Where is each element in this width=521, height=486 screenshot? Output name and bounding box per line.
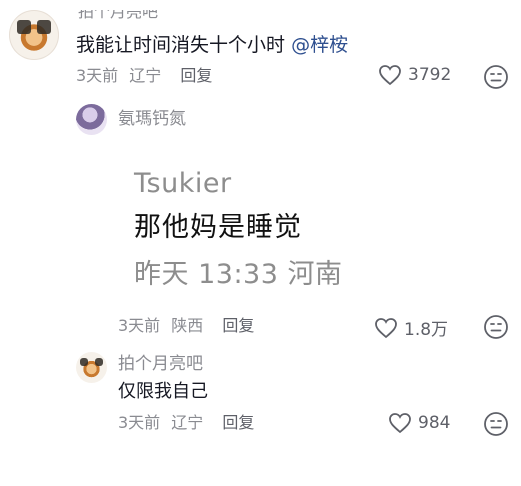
reply-username[interactable]: 氨瑪钙氮 [118, 108, 186, 130]
like-button[interactable]: 984 [388, 412, 450, 434]
heart-icon [375, 317, 397, 338]
reply-meta: 3天前 陕西 回复 [118, 316, 254, 336]
quoted-time: 昨天 13:33 河南 [134, 259, 343, 290]
like-count: 1.8万 [404, 320, 449, 340]
avatar[interactable] [76, 352, 107, 383]
reply-location: 陕西 [171, 316, 204, 335]
reply-time: 3天前 [118, 316, 161, 335]
heart-icon [389, 413, 411, 434]
dislike-face-icon[interactable] [483, 64, 509, 90]
avatar[interactable] [9, 10, 59, 60]
comment-meta: 3天前 辽宁 回复 [76, 66, 212, 86]
reply-location: 辽宁 [171, 413, 204, 432]
reply-text: 仅限我自己 [118, 381, 208, 402]
reply-username[interactable]: 拍个月亮吧 [118, 353, 203, 375]
comment-location: 辽宁 [129, 66, 162, 85]
quoted-text: 那他妈是睡觉 [134, 212, 302, 243]
reply-time: 3天前 [118, 413, 161, 432]
heart-icon [379, 65, 401, 86]
username[interactable]: 拍个月亮吧 [78, 10, 158, 20]
like-button[interactable]: 3792 [378, 64, 451, 86]
comment-body: 我能让时间消失十个小时 [76, 34, 286, 56]
comment-text: 我能让时间消失十个小时 @梓桉 [76, 32, 348, 58]
avatar[interactable] [76, 104, 107, 135]
dislike-face-icon[interactable] [483, 411, 509, 437]
like-count: 984 [418, 413, 451, 433]
reply-meta: 3天前 辽宁 回复 [118, 413, 254, 433]
mention-link[interactable]: @梓桉 [291, 34, 348, 56]
dislike-face-icon[interactable] [483, 314, 509, 340]
quoted-username: Tsukier [134, 168, 232, 199]
reply-button[interactable]: 回复 [222, 316, 254, 335]
reply-button[interactable]: 回复 [222, 413, 254, 432]
comment-time: 3天前 [76, 66, 119, 85]
like-button[interactable]: 1.8万 [374, 315, 448, 340]
reply-button[interactable]: 回复 [180, 66, 212, 85]
like-count: 3792 [408, 65, 452, 85]
